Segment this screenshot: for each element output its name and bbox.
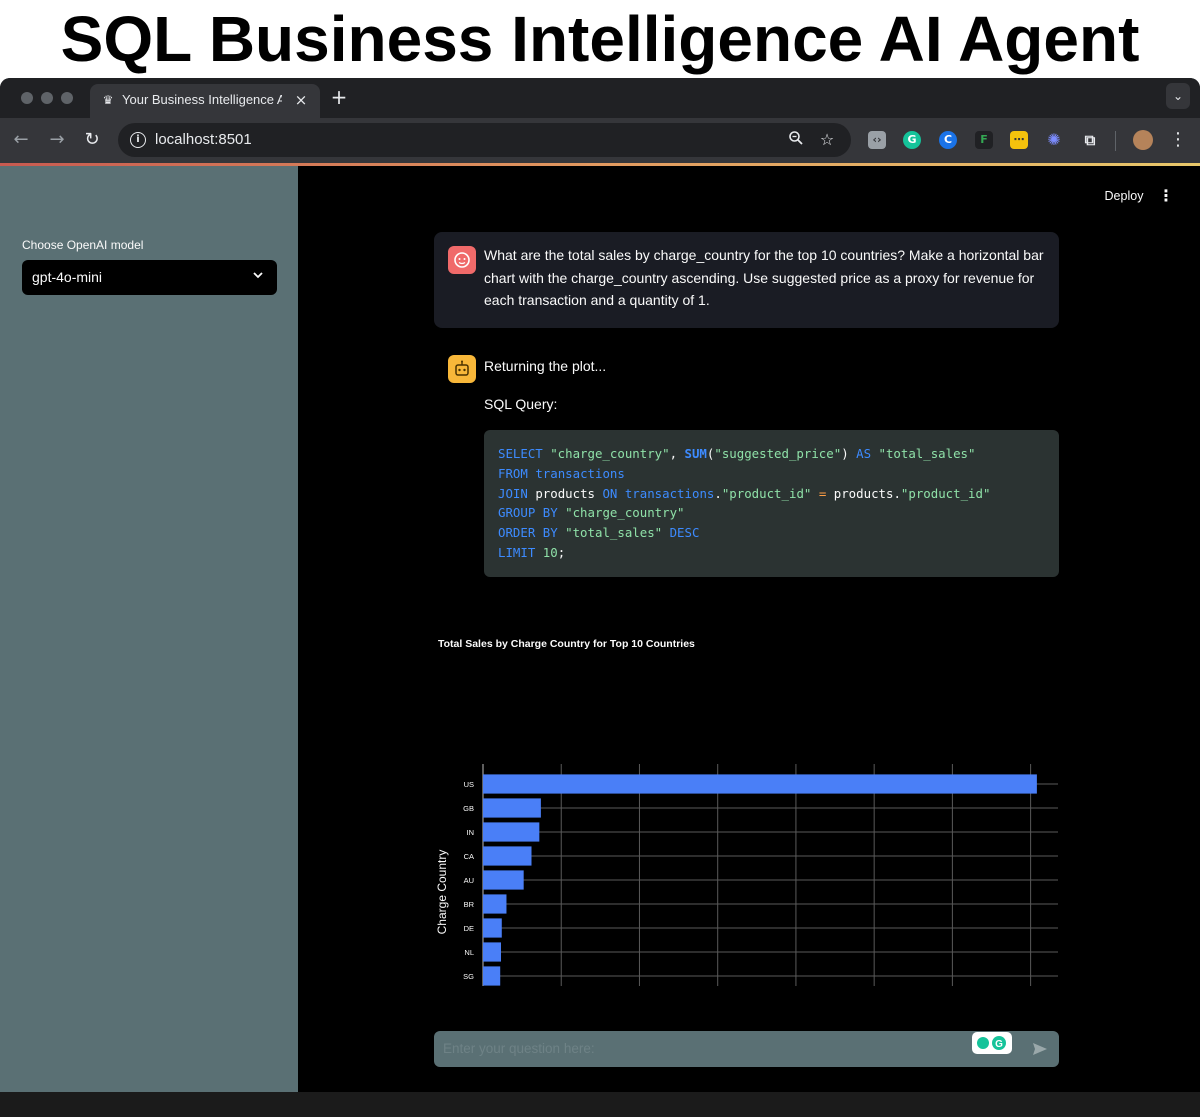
chart-tick-label-y: NL [464,948,474,957]
window-zoom-button[interactable] [61,92,73,104]
chart-tick-label-y: CA [464,852,474,861]
notes-extension-icon[interactable]: ⋯ [1010,131,1028,149]
chart-bar [483,918,502,938]
url-text: localhost:8501 [155,131,252,148]
sql-line: LIMIT 10; [498,544,566,560]
address-bar[interactable]: i localhost:8501 ☆ [118,123,851,157]
site-info-icon[interactable]: i [130,132,146,148]
chart-tick-label-y: SG [463,972,474,981]
send-icon[interactable] [1030,1039,1050,1059]
tab-close-icon[interactable]: × [292,91,310,109]
tab-search-button[interactable]: ⌄ [1166,83,1190,109]
bookmark-star-icon[interactable]: ☆ [817,130,837,150]
chat-input-placeholder: Enter your question here: [443,1041,595,1056]
tab-title: Your Business Intelligence AI [122,92,282,107]
model-select-label: Choose OpenAI model [22,238,144,252]
toolbar-divider [1115,131,1116,151]
reload-icon[interactable]: ↻ [81,129,103,151]
sql-line: FROM transactions [498,465,625,481]
grammarly-extension-icon[interactable]: G [903,131,921,149]
crown-icon: ♛ [102,93,114,107]
chart-bar [483,822,540,842]
gear-extension-icon[interactable]: ✺ [1045,131,1063,149]
browser-menu-icon[interactable]: ⋮ [1168,129,1188,151]
sql-code-block: SELECT "charge_country", SUM("suggested_… [484,430,1059,577]
f-extension-icon[interactable]: F [975,131,993,149]
deploy-button[interactable]: Deploy [1097,186,1151,206]
grammarly-widget-icon[interactable]: G [972,1032,1012,1054]
chart-bar [483,870,524,890]
tab-bar: ♛ Your Business Intelligence AI × + ⌄ [0,78,1200,118]
chart-bar [483,942,501,962]
svg-text:G: G [995,1039,1003,1050]
chart-svg: USGBINCAAUBRDENLSGES0100k200k300k400k500… [435,764,1058,986]
model-select[interactable]: gpt-4o-mini [22,260,277,295]
sidebar: Choose OpenAI model gpt-4o-mini [0,166,298,1092]
sql-query-label: SQL Query: [484,396,558,412]
chart-tick-label-y: BR [464,900,475,909]
window-minimize-button[interactable] [41,92,53,104]
chart-bar [483,798,541,818]
browser-toolbar: ← → ↻ i localhost:8501 ☆ ‹› G C F ⋯ ✺ ⧉ … [0,118,1200,163]
code-extension-icon[interactable]: ‹› [868,131,886,149]
main-menu-icon[interactable]: ⋮ [1156,186,1176,206]
robot-avatar-icon [448,355,476,383]
window-close-button[interactable] [21,92,33,104]
chart-tick-label-y: AU [464,876,474,885]
chart-bar [483,774,1037,794]
streamlit-app: Choose OpenAI model gpt-4o-mini Deploy ⋮… [0,166,1200,1117]
user-avatar-icon [448,246,476,274]
new-tab-button[interactable]: + [329,87,349,107]
back-arrow-icon[interactable]: ← [10,129,32,151]
chart-tick-label-y: GB [463,804,474,813]
model-select-value: gpt-4o-mini [32,269,103,285]
sql-line: JOIN products ON transactions."product_i… [498,485,991,501]
browser-window: ♛ Your Business Intelligence AI × + ⌄ ← … [0,78,1200,1117]
chart-bar [483,846,532,866]
chevron-down-icon [253,272,263,279]
zoom-icon[interactable] [786,130,806,150]
page-title: SQL Business Intelligence AI Agent [60,3,1140,75]
sales-chart: Total Sales by Charge Country for Top 10… [434,626,1074,986]
assistant-status-text: Returning the plot... [484,358,607,374]
browser-tab[interactable]: ♛ Your Business Intelligence AI × [90,84,320,118]
chart-bar [483,966,501,986]
profile-avatar[interactable] [1133,130,1153,150]
sql-line: SELECT "charge_country", SUM("suggested_… [498,446,976,461]
forward-arrow-icon[interactable]: → [46,129,68,151]
sql-line: GROUP BY "charge_country" [498,505,685,521]
chart-tick-label-y: DE [464,924,474,933]
chart-tick-label-y: IN [467,828,475,837]
chart-tick-label-y: US [464,780,474,789]
chat-input[interactable]: Enter your question here: G [434,1031,1059,1067]
footer-strip [0,1092,1200,1117]
user-message-text: What are the total sales by charge_count… [484,247,1044,308]
extensions-puzzle-icon[interactable]: ⧉ [1081,131,1099,149]
chart-y-axis-title: Charge Country [435,850,449,935]
user-message: What are the total sales by charge_count… [434,232,1059,328]
sql-line: ORDER BY "total_sales" DESC [498,525,700,541]
chart-bar [483,894,507,914]
c-extension-icon[interactable]: C [939,131,957,149]
